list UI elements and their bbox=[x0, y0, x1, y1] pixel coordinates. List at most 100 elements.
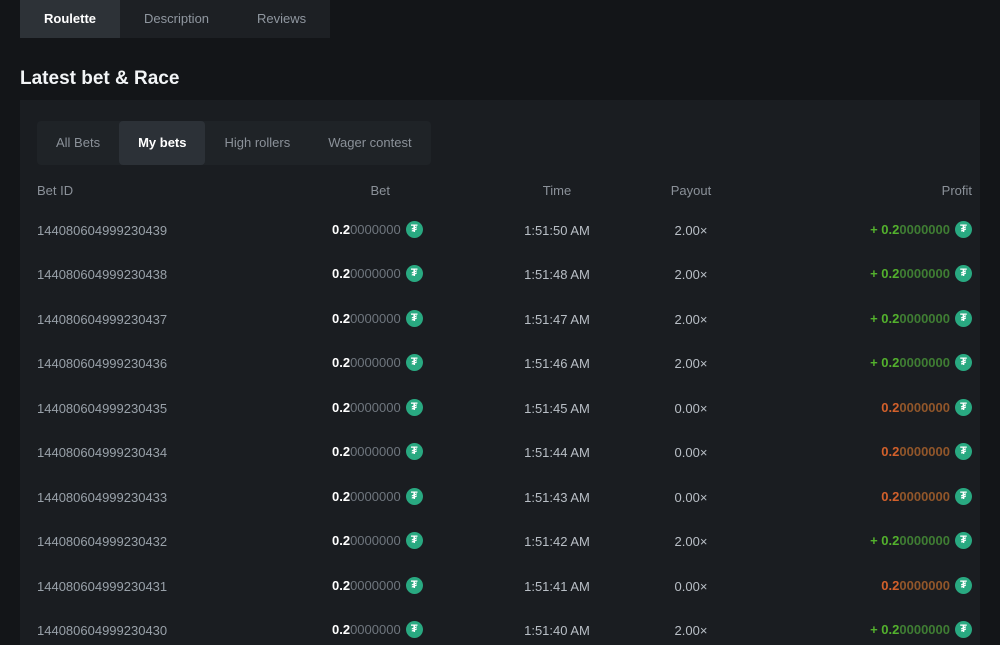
bet-id-value: 144080604999230430 bbox=[37, 623, 332, 638]
bet-id-value: 144080604999230431 bbox=[37, 579, 332, 594]
bet-amount: 0.20000000₮ bbox=[332, 266, 420, 283]
profit-amount-lead: + 0.2 bbox=[870, 266, 899, 281]
bet-amount: 0.20000000₮ bbox=[332, 444, 420, 461]
bet-id-value: 144080604999230438 bbox=[37, 267, 332, 282]
tether-coin-icon: ₮ bbox=[406, 354, 423, 371]
tether-coin-icon: ₮ bbox=[406, 532, 423, 549]
bet-payout: 0.00× bbox=[640, 401, 742, 416]
bet-amount-rest: 0000000 bbox=[350, 311, 401, 326]
tab-wager-contest[interactable]: Wager contest bbox=[309, 121, 430, 165]
tether-coin-icon: ₮ bbox=[955, 488, 972, 505]
bet-filter-tabbar: All Bets My bets High rollers Wager cont… bbox=[37, 121, 431, 165]
bet-id-value: 144080604999230433 bbox=[37, 490, 332, 505]
profit-cell: + 0.20000000₮ bbox=[742, 533, 972, 550]
tab-description[interactable]: Description bbox=[120, 0, 233, 38]
profit-amount-lead: + 0.2 bbox=[870, 311, 899, 326]
tab-all-bets[interactable]: All Bets bbox=[37, 121, 119, 165]
profit-cell: + 0.20000000₮ bbox=[742, 222, 972, 239]
profit-amount-lead: + 0.2 bbox=[870, 222, 899, 237]
bet-time: 1:51:47 AM bbox=[474, 312, 640, 327]
bet-time: 1:51:46 AM bbox=[474, 356, 640, 371]
bet-amount-rest: 0000000 bbox=[350, 578, 401, 593]
table-row[interactable]: 144080604999230430 0.20000000₮ 1:51:40 A… bbox=[20, 609, 980, 645]
bet-amount-lead: 0.2 bbox=[332, 266, 350, 281]
table-row[interactable]: 144080604999230439 0.20000000₮ 1:51:50 A… bbox=[20, 208, 980, 253]
tether-coin-icon: ₮ bbox=[955, 354, 972, 371]
bet-amount-lead: 0.2 bbox=[332, 355, 350, 370]
profit-amount-rest: 0000000 bbox=[899, 622, 950, 637]
table-row[interactable]: 144080604999230436 0.20000000₮ 1:51:46 A… bbox=[20, 342, 980, 387]
page: Roulette Description Reviews Latest bet … bbox=[0, 0, 1000, 645]
page-title: Latest bet & Race bbox=[20, 68, 1000, 90]
tether-coin-icon: ₮ bbox=[406, 577, 423, 594]
tether-coin-icon: ₮ bbox=[955, 532, 972, 549]
bet-amount-lead: 0.2 bbox=[332, 311, 350, 326]
bet-amount-lead: 0.2 bbox=[332, 400, 350, 415]
table-header-row: Bet ID Bet Time Payout Profit bbox=[20, 172, 980, 208]
bet-payout: 0.00× bbox=[640, 579, 742, 594]
bet-payout: 2.00× bbox=[640, 312, 742, 327]
table-row[interactable]: 144080604999230437 0.20000000₮ 1:51:47 A… bbox=[20, 297, 980, 342]
bet-payout: 0.00× bbox=[640, 490, 742, 505]
profit-cell: 0.20000000 ₮ bbox=[742, 489, 972, 506]
profit-amount-rest: 0000000 bbox=[899, 355, 950, 370]
table-row[interactable]: 144080604999230434 0.20000000₮ 1:51:44 A… bbox=[20, 431, 980, 476]
bet-amount-lead: 0.2 bbox=[332, 578, 350, 593]
bet-amount-rest: 0000000 bbox=[350, 533, 401, 548]
tab-high-rollers[interactable]: High rollers bbox=[205, 121, 309, 165]
bet-amount-rest: 0000000 bbox=[350, 400, 401, 415]
profit-cell: 0.20000000₮ bbox=[742, 400, 972, 417]
bet-amount-rest: 0000000 bbox=[350, 622, 401, 637]
profit-amount-rest: 0000000 bbox=[899, 444, 950, 459]
bet-amount: 0.20000000 ₮ bbox=[332, 355, 420, 372]
header-bet-id: Bet ID bbox=[37, 183, 332, 198]
bet-amount: 0.20000000₮ bbox=[332, 400, 420, 417]
tether-coin-icon: ₮ bbox=[955, 399, 972, 416]
bet-id-value: 144080604999230435 bbox=[37, 401, 332, 416]
bet-amount: 0.20000000₮ bbox=[332, 489, 420, 506]
bet-payout: 2.00× bbox=[640, 223, 742, 238]
tether-coin-icon: ₮ bbox=[406, 221, 423, 238]
profit-amount-lead: + 0.2 bbox=[870, 622, 899, 637]
bet-amount: 0.20000000 ₮ bbox=[332, 311, 420, 328]
bet-amount-rest: 0000000 bbox=[350, 489, 401, 504]
bet-amount-lead: 0.2 bbox=[332, 222, 350, 237]
table-row[interactable]: 144080604999230432 0.20000000₮ 1:51:42 A… bbox=[20, 520, 980, 565]
profit-amount-rest: 0000000 bbox=[899, 266, 950, 281]
header-payout: Payout bbox=[640, 183, 742, 198]
bet-time: 1:51:42 AM bbox=[474, 534, 640, 549]
bet-id-value: 144080604999230439 bbox=[37, 223, 332, 238]
profit-cell: + 0.20000000 ₮ bbox=[742, 266, 972, 283]
tether-coin-icon: ₮ bbox=[406, 621, 423, 638]
bet-id-value: 144080604999230436 bbox=[37, 356, 332, 371]
bet-amount-lead: 0.2 bbox=[332, 489, 350, 504]
profit-amount-rest: 0000000 bbox=[899, 533, 950, 548]
bet-time: 1:51:41 AM bbox=[474, 579, 640, 594]
bet-id-value: 144080604999230432 bbox=[37, 534, 332, 549]
tether-coin-icon: ₮ bbox=[406, 265, 423, 282]
profit-amount-rest: 0000000 bbox=[899, 311, 950, 326]
bet-amount-lead: 0.2 bbox=[332, 622, 350, 637]
tab-my-bets[interactable]: My bets bbox=[119, 121, 205, 165]
header-bet: Bet bbox=[332, 183, 420, 198]
profit-amount-rest: 0000000 bbox=[899, 222, 950, 237]
bet-amount: 0.20000000₮ bbox=[332, 222, 420, 239]
table-row[interactable]: 144080604999230435 0.20000000₮ 1:51:45 A… bbox=[20, 386, 980, 431]
table-row[interactable]: 144080604999230438 0.20000000₮ 1:51:48 A… bbox=[20, 253, 980, 298]
profit-amount-lead: 0.2 bbox=[881, 400, 899, 415]
profit-amount-lead: 0.2 bbox=[881, 489, 899, 504]
table-row[interactable]: 144080604999230431 0.20000000 ₮ 1:51:41 A… bbox=[20, 564, 980, 609]
tether-coin-icon: ₮ bbox=[406, 310, 423, 327]
profit-cell: 0.20000000₮ bbox=[742, 578, 972, 595]
header-time: Time bbox=[474, 183, 640, 198]
bet-id-value: 144080604999230434 bbox=[37, 445, 332, 460]
bet-amount: 0.20000000 ₮ bbox=[332, 578, 420, 595]
bet-amount-lead: 0.2 bbox=[332, 533, 350, 548]
tether-coin-icon: ₮ bbox=[955, 265, 972, 282]
bet-amount-rest: 0000000 bbox=[350, 355, 401, 370]
profit-cell: + 0.20000000₮ bbox=[742, 311, 972, 328]
tab-roulette[interactable]: Roulette bbox=[20, 0, 120, 38]
tab-reviews[interactable]: Reviews bbox=[233, 0, 330, 38]
table-row[interactable]: 144080604999230433 0.20000000₮ 1:51:43 A… bbox=[20, 475, 980, 520]
profit-amount-rest: 0000000 bbox=[899, 489, 950, 504]
